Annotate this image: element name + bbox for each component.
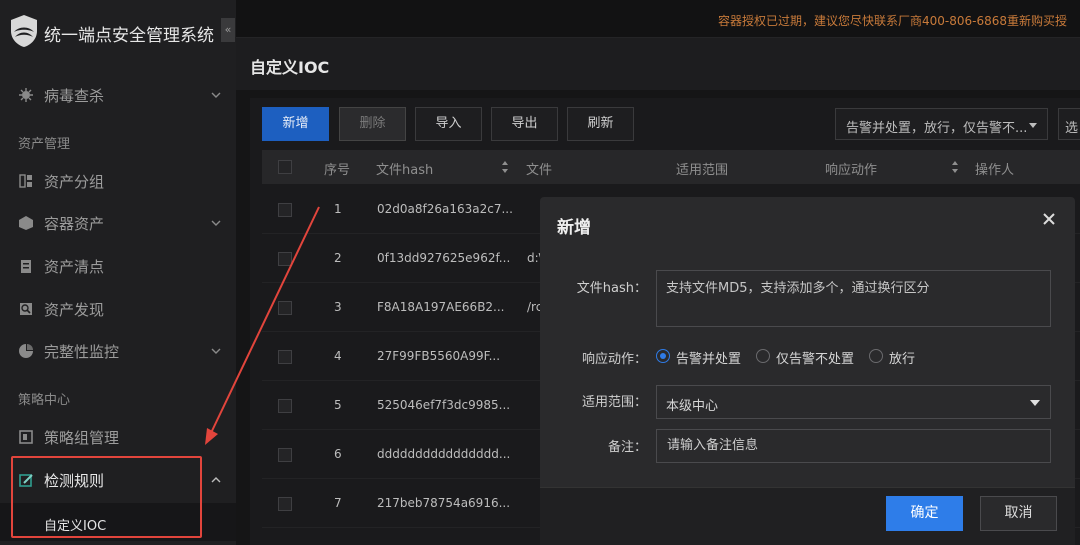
sidebar-item-asset-discovery[interactable]: 资产发现 — [0, 291, 236, 327]
chevron-down-icon — [211, 348, 221, 354]
column-header-hash[interactable]: 文件hash — [376, 159, 433, 178]
secondary-filter-select[interactable]: 选 — [1058, 108, 1080, 140]
license-warning: 容器授权已过期，建议您尽快联系厂商400-806-6868重新购买授 — [718, 14, 1068, 28]
action-label: 响应动作： — [581, 352, 647, 367]
virus-icon — [19, 88, 33, 102]
radio-label: 放行 — [889, 352, 916, 367]
sort-icon[interactable] — [951, 160, 959, 174]
row-hash: 0f13dd927625e962f... — [377, 251, 511, 265]
row-index: 2 — [334, 251, 342, 265]
row-index: 1 — [334, 202, 342, 216]
chevron-down-icon — [211, 220, 221, 226]
page-title: 自定义IOC — [250, 58, 330, 77]
row-hash: dddddddddddddddd... — [377, 447, 511, 461]
row-hash: 525046ef7f3dc9985... — [377, 398, 511, 412]
sidebar-item-asset-group[interactable]: 资产分组 — [0, 163, 236, 199]
radio-checked-icon — [656, 349, 670, 363]
close-icon[interactable] — [1041, 211, 1057, 227]
row-index: 7 — [334, 496, 342, 510]
radio-unchecked-icon — [756, 349, 770, 363]
hash-textarea[interactable]: 支持文件MD5，支持添加多个，通过换行区分 — [656, 270, 1051, 327]
row-index: 4 — [334, 349, 342, 363]
refresh-button[interactable]: 刷新 — [567, 107, 634, 141]
clipboard-icon — [21, 260, 31, 273]
sidebar-item-label: 资产发现 — [44, 301, 105, 319]
hash-label: 文件hash： — [576, 281, 647, 296]
row-checkbox[interactable] — [278, 448, 292, 462]
export-button[interactable]: 导出 — [491, 107, 558, 141]
note-label: 备注： — [607, 440, 647, 455]
sidebar-item-asset-inventory[interactable]: 资产清点 — [0, 248, 236, 284]
action-filter-value: 告警并处置，放行，仅告警不... — [846, 121, 1028, 136]
add-button[interactable]: 新增 — [262, 107, 329, 141]
cube-icon — [19, 216, 33, 230]
row-index: 3 — [334, 300, 342, 314]
import-button[interactable]: 导入 — [415, 107, 482, 141]
row-hash: F8A18A197AE66B2... — [377, 300, 505, 314]
app-title: 统一端点安全管理系统 — [44, 26, 214, 46]
dropdown-arrow-icon — [1030, 400, 1040, 406]
sidebar-item-integrity-monitoring[interactable]: 完整性监控 — [0, 333, 236, 369]
row-checkbox[interactable] — [278, 301, 292, 315]
column-header-scope: 适用范围 — [676, 163, 729, 178]
row-checkbox[interactable] — [278, 203, 292, 217]
scope-value: 本级中心 — [666, 399, 719, 414]
sort-icon[interactable] — [501, 160, 509, 174]
sidebar-item-label: 资产清点 — [44, 258, 105, 276]
policy-icon — [19, 430, 33, 444]
collapse-sidebar-button[interactable]: « — [221, 18, 235, 42]
sidebar-item-policy-group[interactable]: 策略组管理 — [0, 419, 236, 455]
row-index: 6 — [334, 447, 342, 461]
table-header: 序号 文件hash 文件 适用范围 响应动作 操作人 — [262, 150, 1080, 184]
annotation-highlight-box — [11, 456, 202, 538]
row-checkbox[interactable] — [278, 252, 292, 266]
confirm-button[interactable]: 确定 — [886, 496, 963, 531]
dropdown-arrow-icon — [1029, 123, 1037, 128]
row-hash: 217beb78754a6916... — [377, 496, 511, 510]
top-bar: 容器授权已过期，建议您尽快联系厂商400-806-6868重新购买授 — [236, 0, 1080, 38]
sidebar-item-virus-scan[interactable]: 病毒查杀 — [0, 77, 236, 113]
dialog-footer: 确定 取消 — [540, 487, 1075, 545]
row-checkbox[interactable] — [278, 399, 292, 413]
radio-label: 仅告警不处置 — [776, 352, 855, 367]
cancel-button[interactable]: 取消 — [980, 496, 1057, 531]
radio-unchecked-icon — [869, 349, 883, 363]
scope-label: 适用范围： — [581, 395, 647, 410]
column-header-file: 文件 — [526, 163, 553, 178]
row-hash: 27F99FB5560A99F... — [377, 349, 501, 363]
dialog-title: 新增 — [557, 218, 591, 238]
sidebar-item-label: 病毒查杀 — [44, 87, 105, 105]
discover-icon — [20, 303, 32, 315]
page-header: 自定义IOC — [236, 38, 1080, 90]
chevron-up-icon — [211, 477, 221, 483]
column-header-index: 序号 — [324, 163, 351, 178]
scope-select[interactable]: 本级中心 — [656, 385, 1051, 419]
row-index: 5 — [334, 398, 342, 412]
sidebar-item-label: 资产分组 — [44, 173, 105, 191]
sidebar-item-container-assets[interactable]: 容器资产 — [0, 205, 236, 241]
action-filter-select[interactable]: 告警并处置，放行，仅告警不... — [835, 108, 1048, 140]
chevron-down-icon — [211, 92, 221, 98]
row-checkbox[interactable] — [278, 350, 292, 364]
select-all-checkbox[interactable] — [278, 160, 292, 174]
sidebar-item-label: 容器资产 — [44, 215, 105, 233]
column-header-action[interactable]: 响应动作 — [825, 159, 877, 178]
group-icon — [19, 174, 32, 188]
add-ioc-dialog: 新增 文件hash： 支持文件MD5，支持添加多个，通过换行区分 响应动作： 告… — [540, 197, 1075, 545]
delete-button[interactable]: 删除 — [339, 107, 406, 141]
sidebar-item-label: 策略组管理 — [44, 429, 120, 447]
logo-row: 统一端点安全管理系统 « — [0, 0, 236, 64]
radio-label: 告警并处置 — [676, 352, 742, 367]
row-hash: 02d0a8f26a163a2c7... — [377, 202, 513, 216]
menu-group-asset-management: 资产管理 — [18, 137, 71, 152]
pie-icon — [19, 344, 33, 358]
menu-group-policy-center: 策略中心 — [18, 393, 71, 408]
note-input[interactable]: 请输入备注信息 — [656, 429, 1051, 463]
column-header-operator: 操作人 — [975, 163, 1015, 178]
row-checkbox[interactable] — [278, 497, 292, 511]
logo-icon — [11, 15, 37, 47]
sidebar-item-label: 完整性监控 — [44, 343, 120, 361]
